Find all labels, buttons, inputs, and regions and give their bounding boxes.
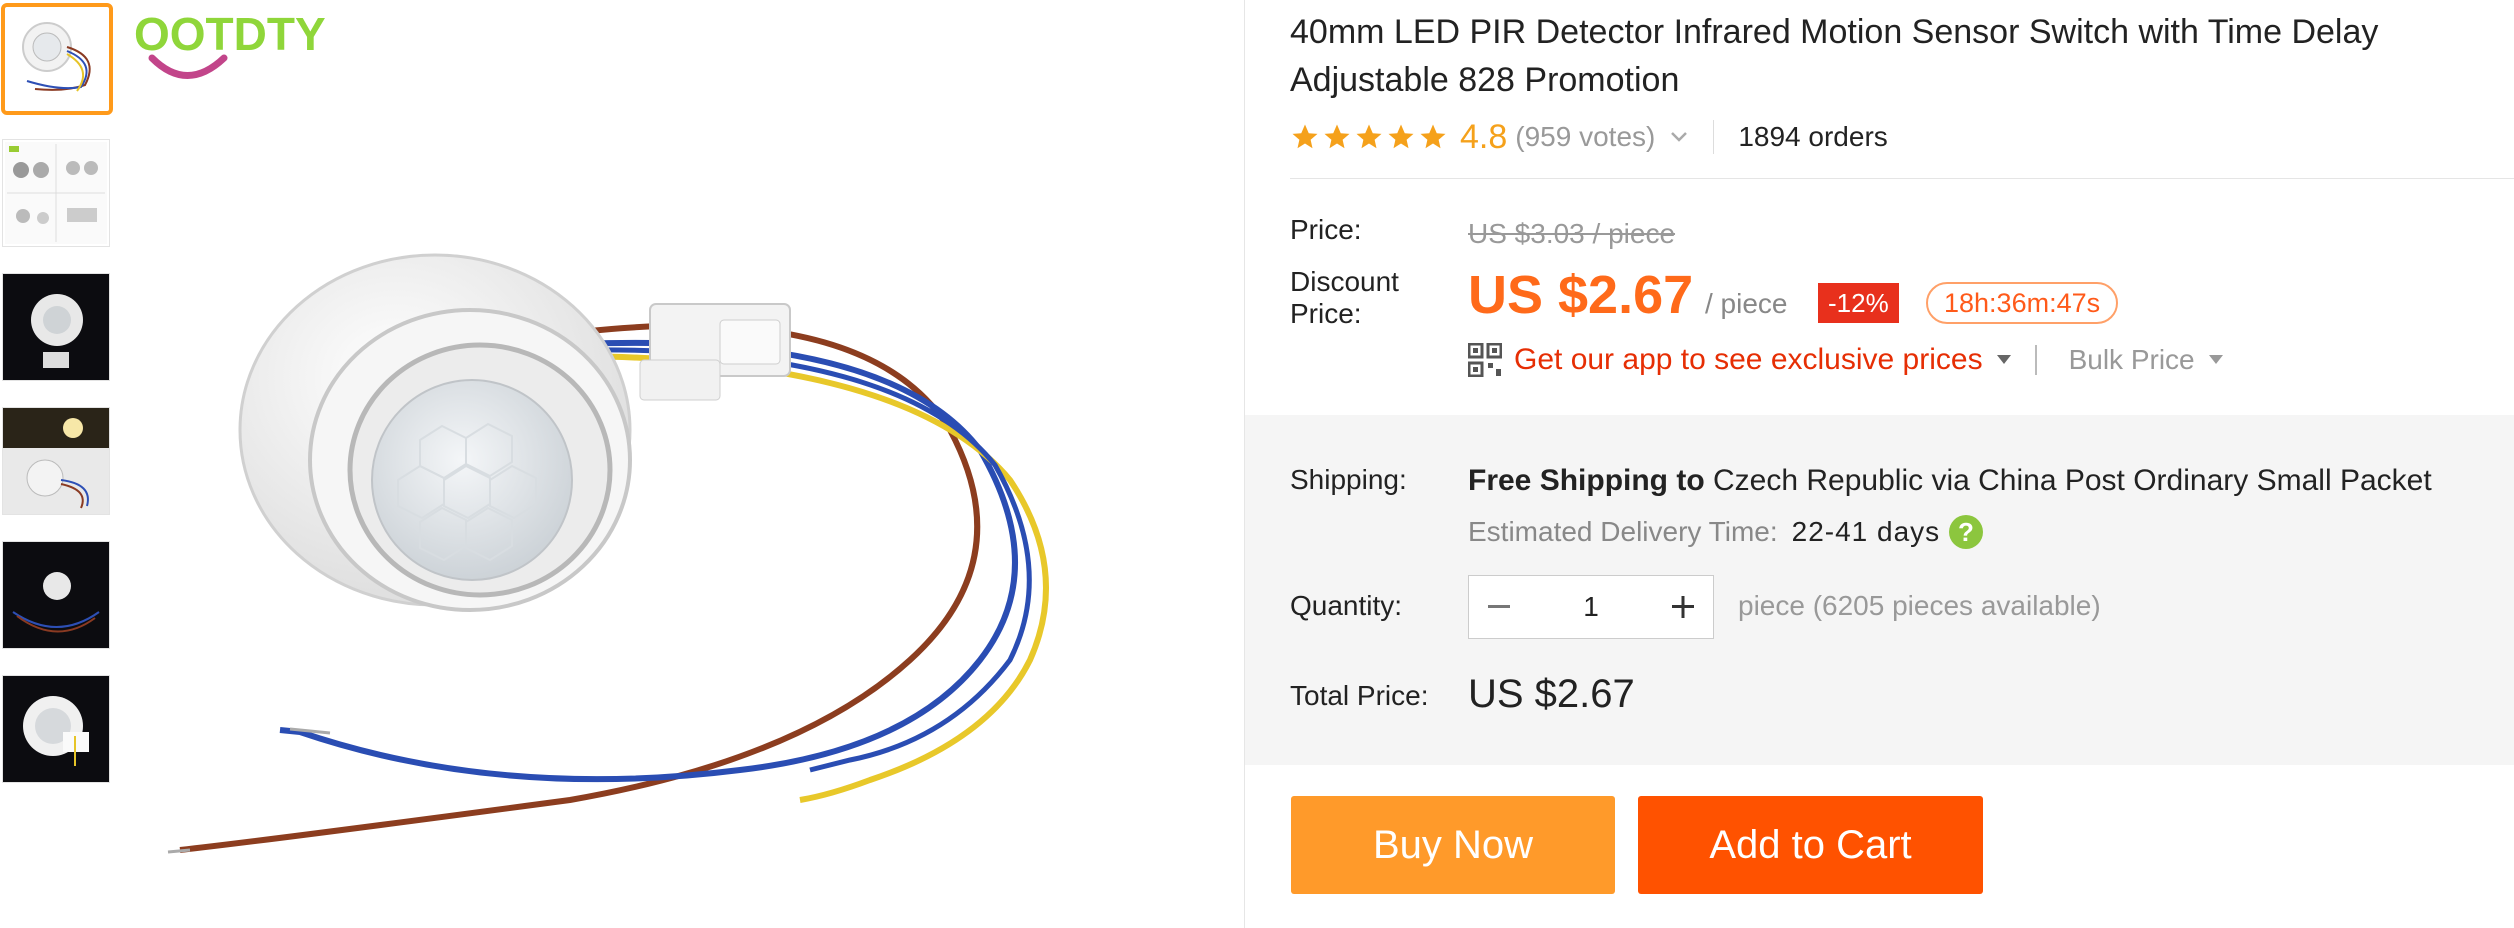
shipping-label: Shipping: bbox=[1290, 464, 1407, 495]
dark-thumb-image-2 bbox=[12, 572, 100, 633]
free-shipping-text: Free Shipping to bbox=[1468, 464, 1705, 497]
votes-count[interactable]: (959 votes) bbox=[1515, 121, 1655, 153]
dark-thumb-image-3 bbox=[23, 696, 89, 766]
rating-row: 4.8 (959 votes) 1894 orders bbox=[1290, 112, 1888, 162]
thumbnail-3[interactable] bbox=[2, 273, 110, 381]
thumbnail-5[interactable] bbox=[2, 541, 110, 649]
discount-price: US $2.67 bbox=[1468, 265, 1694, 325]
light-thumb-image bbox=[3, 408, 109, 509]
available-pieces: piece (6205 pieces available) bbox=[1738, 590, 2101, 621]
brand-logo-text: OOTDTY bbox=[134, 8, 326, 60]
chevron-down-icon[interactable] bbox=[1669, 130, 1689, 144]
countdown-timer: 18h:36m:47s bbox=[1926, 282, 2119, 324]
per-piece-unit: / piece bbox=[1705, 288, 1788, 319]
thumbnail-4[interactable] bbox=[2, 407, 110, 515]
delivery-label: Estimated Delivery Time: bbox=[1468, 516, 1778, 547]
thumbnail-6[interactable] bbox=[2, 675, 110, 783]
discount-price-label-line2: Price: bbox=[1290, 298, 1362, 329]
delivery-days: 22-41 days bbox=[1791, 516, 1941, 547]
discount-price-label-line1: Discount bbox=[1290, 266, 1399, 297]
delivery-estimate: Estimated Delivery Time: 22-41 days ? bbox=[1468, 514, 1984, 550]
rating-stars bbox=[1290, 122, 1448, 152]
divider-line bbox=[1290, 178, 2514, 179]
orders-count: 1894 orders bbox=[1738, 121, 1888, 152]
decrease-quantity-button[interactable] bbox=[1469, 576, 1529, 638]
caret-down-icon[interactable] bbox=[1996, 355, 2011, 365]
quantity-input[interactable]: 1 bbox=[1529, 591, 1653, 623]
buy-now-button[interactable]: Buy Now bbox=[1291, 796, 1615, 894]
plus-icon bbox=[1672, 596, 1694, 618]
separator bbox=[2034, 345, 2037, 375]
svg-text:?: ? bbox=[1958, 517, 1974, 547]
brand-logo: OOTDTY bbox=[132, 8, 372, 88]
star-icon bbox=[1356, 124, 1382, 149]
total-price-label: Total Price: bbox=[1290, 680, 1429, 711]
total-price-value: US $2.67 bbox=[1468, 672, 1635, 716]
bulk-price-link[interactable]: Bulk Price bbox=[2069, 344, 2195, 376]
app-exclusive-prices-link[interactable]: Get our app to see exclusive prices bbox=[1514, 343, 1983, 377]
rating-value: 4.8 bbox=[1460, 117, 1508, 156]
shipping-details[interactable]: Czech Republic via China Post Ordinary S… bbox=[1713, 464, 2432, 497]
thumbnail-1[interactable] bbox=[1, 3, 113, 115]
star-icon bbox=[1420, 124, 1446, 149]
discount-badge: -12% bbox=[1818, 283, 1899, 323]
price-label: Price: bbox=[1290, 214, 1362, 245]
diagram-thumb-image bbox=[5, 142, 107, 244]
star-icon bbox=[1388, 124, 1414, 149]
help-icon[interactable]: ? bbox=[1948, 514, 1984, 550]
star-icon bbox=[1292, 124, 1318, 149]
separator bbox=[1713, 120, 1715, 154]
star-icon bbox=[1324, 124, 1350, 149]
main-product-image[interactable] bbox=[150, 240, 1210, 920]
increase-quantity-button[interactable] bbox=[1653, 576, 1713, 638]
thumbnail-2[interactable] bbox=[2, 139, 110, 247]
product-title: 40mm LED PIR Detector Infrared Motion Se… bbox=[1290, 13, 2379, 99]
qr-code-icon bbox=[1468, 343, 1502, 377]
caret-down-icon[interactable] bbox=[2208, 355, 2223, 365]
original-price: US $3.03 / piece bbox=[1468, 218, 1676, 249]
product-details: 40mm LED PIR Detector Infrared Motion Se… bbox=[1245, 0, 2514, 928]
sensor-thumb-image bbox=[22, 22, 91, 92]
dark-thumb-image bbox=[31, 294, 83, 368]
minus-icon bbox=[1488, 605, 1510, 608]
shipping-info[interactable]: Free Shipping to Czech Republic via Chin… bbox=[1468, 464, 2432, 498]
quantity-stepper: 1 bbox=[1468, 575, 1714, 639]
app-promo-row: Get our app to see exclusive prices Bulk… bbox=[1468, 338, 2223, 382]
quantity-label: Quantity: bbox=[1290, 590, 1403, 621]
add-to-cart-button[interactable]: Add to Cart bbox=[1638, 796, 1983, 894]
